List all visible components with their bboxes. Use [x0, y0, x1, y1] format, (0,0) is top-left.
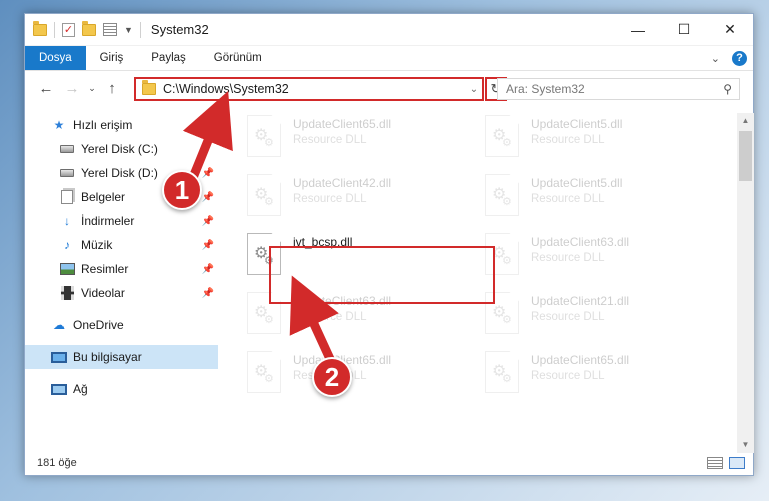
download-icon: ↓	[64, 214, 70, 228]
sidebar-item-label: İndirmeler	[81, 214, 135, 228]
dll-file-icon: ⚙ ⚙	[485, 351, 519, 393]
sidebar-item-pictures[interactable]: Resimler 📌	[25, 257, 218, 281]
sidebar-item-onedrive[interactable]: ☁ OneDrive	[25, 313, 218, 337]
ribbon-tabs: Dosya Giriş Paylaş Görünüm ⌄ ?	[25, 46, 753, 71]
sidebar-item-label: OneDrive	[73, 318, 124, 332]
expand-ribbon-icon[interactable]: ⌄	[711, 52, 720, 65]
forward-button[interactable]: →	[59, 80, 85, 97]
recent-locations-button[interactable]: ⌄	[85, 83, 99, 94]
step-2-badge: 2	[312, 357, 352, 397]
sidebar-item-local-disk-c[interactable]: Yerel Disk (C:)	[25, 137, 218, 161]
search-icon: ⚲	[723, 82, 732, 96]
pin-icon[interactable]: 📌	[202, 288, 214, 299]
tab-view[interactable]: Görünüm	[200, 46, 276, 70]
tiles-view-icon[interactable]	[729, 457, 745, 469]
navigation-pane: ★ Hızlı erişim Yerel Disk (C:) Yerel Dis…	[25, 113, 218, 445]
sidebar-item-label: Belgeler	[81, 190, 126, 204]
pictures-icon	[59, 263, 75, 275]
sidebar-item-label: Videolar	[81, 286, 125, 300]
close-button[interactable]: ✕	[707, 14, 753, 46]
list-item[interactable]: ⚙⚙ UpdateClient65.dllResource DLL	[247, 351, 467, 405]
pin-icon[interactable]: 📌	[202, 192, 214, 203]
tab-home[interactable]: Giriş	[86, 46, 138, 70]
sidebar-item-label: Yerel Disk (D:)	[81, 166, 158, 180]
sidebar-item-this-pc[interactable]: Bu bilgisayar	[25, 345, 218, 369]
back-button[interactable]: ←	[33, 80, 59, 97]
sidebar-item-label: Müzik	[81, 238, 113, 252]
properties-icon[interactable]	[103, 23, 117, 36]
star-icon: ★	[53, 118, 65, 132]
sidebar-item-videos[interactable]: Videolar 📌	[25, 281, 218, 305]
tab-share[interactable]: Paylaş	[137, 46, 200, 70]
pin-icon[interactable]: 📌	[202, 264, 214, 275]
vertical-scrollbar[interactable]: ▲ ▼	[737, 113, 754, 453]
sidebar-item-label: Ağ	[73, 382, 88, 396]
sidebar-item-label: Hızlı erişim	[73, 118, 133, 132]
minimize-button[interactable]: —	[615, 14, 661, 46]
status-bar: 181 öğe	[25, 451, 753, 475]
sidebar-item-label: Bu bilgisayar	[73, 350, 142, 364]
documents-icon	[61, 190, 73, 204]
scrollbar-thumb[interactable]	[739, 131, 752, 181]
pin-icon[interactable]: 📌	[202, 168, 214, 179]
sidebar-item-network[interactable]: Ağ	[25, 377, 218, 401]
onedrive-icon: ☁	[53, 318, 65, 332]
dll-file-icon: ⚙ ⚙	[485, 174, 519, 216]
file-highlight-box	[269, 246, 495, 304]
list-item[interactable]: ⚙⚙ UpdateClient65.dllResource DLL	[485, 351, 705, 405]
pin-icon[interactable]: 📌	[202, 216, 214, 227]
properties-check-icon[interactable]: ✓	[62, 22, 75, 37]
new-folder-icon[interactable]	[82, 20, 96, 36]
list-item[interactable]: ⚙ ⚙ UpdateClient42.dll Resource DLL	[247, 174, 467, 228]
dll-file-icon: ⚙ ⚙	[247, 115, 281, 157]
network-icon	[51, 383, 67, 395]
list-item[interactable]: ⚙ ⚙ UpdateClient5.dll Resource DLL	[485, 174, 705, 228]
videos-icon	[60, 286, 74, 300]
folder-icon	[142, 80, 156, 95]
list-item[interactable]: ⚙ ⚙ UpdateClient5.dll Resource DLL	[485, 115, 705, 169]
drive-icon	[60, 145, 74, 153]
maximize-button[interactable]: ☐	[661, 14, 707, 46]
item-count: 181 öğe	[37, 457, 77, 469]
pin-icon[interactable]: 📌	[202, 240, 214, 251]
address-path[interactable]: C:\Windows\System32	[163, 82, 289, 96]
chevron-down-icon[interactable]: ⌄	[466, 84, 482, 95]
sidebar-item-label: Yerel Disk (C:)	[81, 142, 158, 156]
folder-icon	[33, 20, 47, 36]
step-1-badge: 1	[162, 170, 202, 210]
title-bar: ✓ ▼ System32 — ☐ ✕	[25, 14, 753, 46]
help-icon[interactable]: ?	[732, 50, 747, 66]
quick-access-toolbar: ✓ ▼	[25, 20, 141, 38]
sidebar-item-label: Resimler	[81, 262, 129, 276]
details-view-icon[interactable]	[707, 457, 723, 469]
dll-file-icon: ⚙ ⚙	[485, 115, 519, 157]
up-button[interactable]: ↑	[99, 80, 125, 97]
list-item[interactable]: ⚙⚙ UpdateClient65.dllResource DLL	[247, 115, 467, 169]
sidebar-item-downloads[interactable]: ↓ İndirmeler 📌	[25, 209, 218, 233]
list-item[interactable]: ⚙ ⚙ UpdateClient63.dll Resource DLL	[485, 233, 705, 287]
dll-file-icon: ⚙ ⚙	[247, 351, 281, 393]
list-item[interactable]: ⚙ ⚙ UpdateClient21.dll Resource DLL	[485, 292, 705, 346]
search-input[interactable]: Ara: System32 ⚲	[497, 78, 740, 100]
address-bar[interactable]: C:\Windows\System32 ⌄	[134, 77, 484, 101]
explorer-window: ✓ ▼ System32 — ☐ ✕ Dosya Giriş Paylaş Gö…	[24, 13, 754, 476]
search-placeholder: Ara: System32	[506, 82, 585, 96]
drive-icon	[60, 169, 74, 177]
tab-file[interactable]: Dosya	[25, 46, 86, 70]
window-title: System32	[150, 22, 209, 37]
customize-toolbar-icon[interactable]: ▼	[124, 25, 133, 35]
sidebar-item-music[interactable]: ♪ Müzik 📌	[25, 233, 218, 257]
dll-file-icon: ⚙ ⚙	[247, 174, 281, 216]
music-icon: ♪	[64, 238, 70, 252]
sidebar-item-quick-access[interactable]: ★ Hızlı erişim	[25, 113, 218, 137]
scroll-up-icon[interactable]: ▲	[737, 113, 754, 129]
computer-icon	[51, 351, 67, 363]
